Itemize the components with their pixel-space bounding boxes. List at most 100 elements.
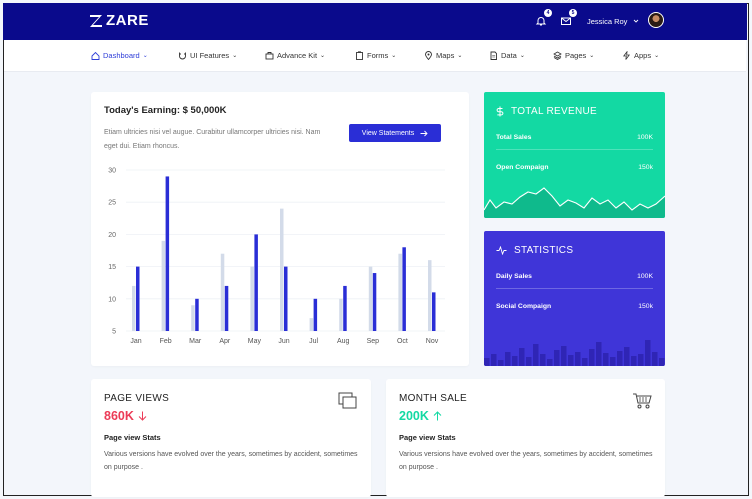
copy-icon <box>338 392 357 409</box>
bar-series-2[interactable] <box>195 298 199 331</box>
brand-name: ZARE <box>106 12 149 29</box>
statistics-mini-bars <box>484 340 665 366</box>
mini-bar <box>512 356 518 366</box>
mini-bar <box>554 350 560 366</box>
statistics-title: STATISTICS <box>496 245 573 256</box>
nav-item-maps[interactable]: Maps ⌄ <box>424 51 462 60</box>
nav-item-pages[interactable]: Pages ⌄ <box>553 51 594 60</box>
bar-series-1[interactable] <box>220 253 225 331</box>
notification-bell-icon[interactable]: 4 <box>535 9 552 26</box>
nav-item-label: Maps <box>436 51 455 60</box>
mini-bar <box>631 356 637 366</box>
mini-bar <box>582 358 588 366</box>
bar-series-2[interactable] <box>224 285 229 331</box>
x-tick-label: Apr <box>219 338 231 345</box>
bar-series-2[interactable] <box>165 176 170 331</box>
nav-item-label: Pages <box>565 51 587 60</box>
nav-item-ui-features[interactable]: UI Features ⌄ <box>178 51 237 60</box>
chevron-down-icon: ⌄ <box>320 53 326 59</box>
mini-bar <box>589 349 595 366</box>
bar-series-1[interactable] <box>398 253 402 331</box>
bar-series-1[interactable] <box>280 208 284 331</box>
messages-icon[interactable]: 5 <box>560 9 577 26</box>
nav-item-dashboard[interactable]: Dashboard ⌄ <box>91 51 148 60</box>
nav-item-advance-kit[interactable]: Advance Kit ⌄ <box>265 51 325 60</box>
page-views-value: 860K <box>104 409 147 423</box>
mini-bar <box>659 358 665 366</box>
y-tick-label: 5 <box>112 329 116 336</box>
mini-bar <box>610 357 616 366</box>
bar-series-1[interactable] <box>428 260 432 331</box>
nav-item-forms[interactable]: Forms ⌄ <box>355 51 396 60</box>
x-tick-label: Jan <box>130 338 141 345</box>
mini-bar <box>505 352 511 366</box>
mini-bar <box>624 347 630 366</box>
total-sales-value: 100K <box>637 134 653 141</box>
bar-series-2[interactable] <box>136 266 140 331</box>
social-compaign-value: 150k <box>638 303 653 310</box>
bar-series-1[interactable] <box>368 266 373 331</box>
month-sale-subtitle: Page view Stats <box>399 433 456 442</box>
dollar-icon <box>496 106 504 117</box>
arrow-right-icon <box>420 130 428 136</box>
nav-item-label: UI Features <box>190 51 230 60</box>
bar-series-1[interactable] <box>309 318 314 331</box>
y-tick-label: 30 <box>108 168 116 175</box>
avatar[interactable] <box>648 12 664 28</box>
bar-series-2[interactable] <box>343 285 347 331</box>
view-statements-button[interactable]: View Statements <box>349 124 441 142</box>
revenue-sparkline <box>484 187 665 218</box>
chevron-down-icon: ⌄ <box>232 53 238 59</box>
month-sale-title: MONTH SALE <box>399 393 468 404</box>
user-name[interactable]: Jessica Roy <box>587 17 627 26</box>
view-statements-label: View Statements <box>361 129 415 137</box>
x-tick-label: Aug <box>337 338 350 345</box>
mini-bar <box>652 352 658 366</box>
chevron-down-icon: ⌄ <box>589 53 595 59</box>
x-tick-label: Nov <box>426 338 439 345</box>
briefcase-icon <box>265 52 274 60</box>
total-sales-row: Total Sales 100K <box>496 134 653 150</box>
mini-bar <box>498 360 504 366</box>
mini-bar <box>491 354 497 366</box>
bar-series-2[interactable] <box>432 292 436 331</box>
mini-bar <box>526 357 532 366</box>
brand-logo[interactable]: ZARE <box>89 12 149 29</box>
mini-bar <box>575 352 581 366</box>
nav-item-label: Apps <box>634 51 652 60</box>
earnings-bar-chart: 5 10 15 20 25 30 Jan Feb Mar Apr May Jun Jul Aug Sep Oc… <box>108 168 445 345</box>
bar-series-1[interactable] <box>339 298 343 331</box>
bar-series-1[interactable] <box>161 240 166 331</box>
earnings-description: Etiam ultricies nisi vel augue. Curabitu… <box>104 129 321 150</box>
nav-item-label: Dashboard <box>103 51 140 60</box>
nav-item-label: Advance Kit <box>277 51 318 60</box>
page-views-description: Various versions have evolved over the y… <box>104 451 358 471</box>
bar-series-2[interactable] <box>372 273 377 331</box>
cart-icon <box>633 393 652 409</box>
bar-series-2[interactable] <box>313 298 318 331</box>
statistics-card: STATISTICS Daily Sales 100K Social Compa… <box>484 231 665 366</box>
bar-series-2[interactable] <box>254 234 258 331</box>
nav-item-apps[interactable]: Apps ⌄ <box>622 51 659 60</box>
open-compaign-label: Open Compaign <box>496 164 549 171</box>
chevron-down-icon: ⌄ <box>654 53 660 59</box>
bar-series-2[interactable] <box>402 247 406 331</box>
x-tick-label: Sep <box>367 338 380 345</box>
mini-bar <box>645 340 651 366</box>
page-views-subtitle: Page view Stats <box>104 433 161 442</box>
bar-series-2[interactable] <box>284 266 288 331</box>
chevron-down-icon[interactable] <box>633 18 639 24</box>
bar-series-1[interactable] <box>191 305 195 331</box>
social-compaign-label: Social Compaign <box>496 303 552 310</box>
messages-badge: 5 <box>569 9 577 17</box>
nav-item-data[interactable]: Data ⌄ <box>489 51 525 60</box>
nav-item-label: Forms <box>367 51 389 60</box>
mini-bar <box>484 358 490 366</box>
chevron-down-icon: ⌄ <box>457 53 463 59</box>
bar-series-1[interactable] <box>250 266 254 331</box>
bar-series-1[interactable] <box>132 285 136 331</box>
logo-mark-icon <box>90 14 102 27</box>
month-sale-value: 200K <box>399 409 442 423</box>
month-sale-description: Various versions have evolved over the y… <box>399 451 653 471</box>
mini-bar <box>533 344 539 366</box>
